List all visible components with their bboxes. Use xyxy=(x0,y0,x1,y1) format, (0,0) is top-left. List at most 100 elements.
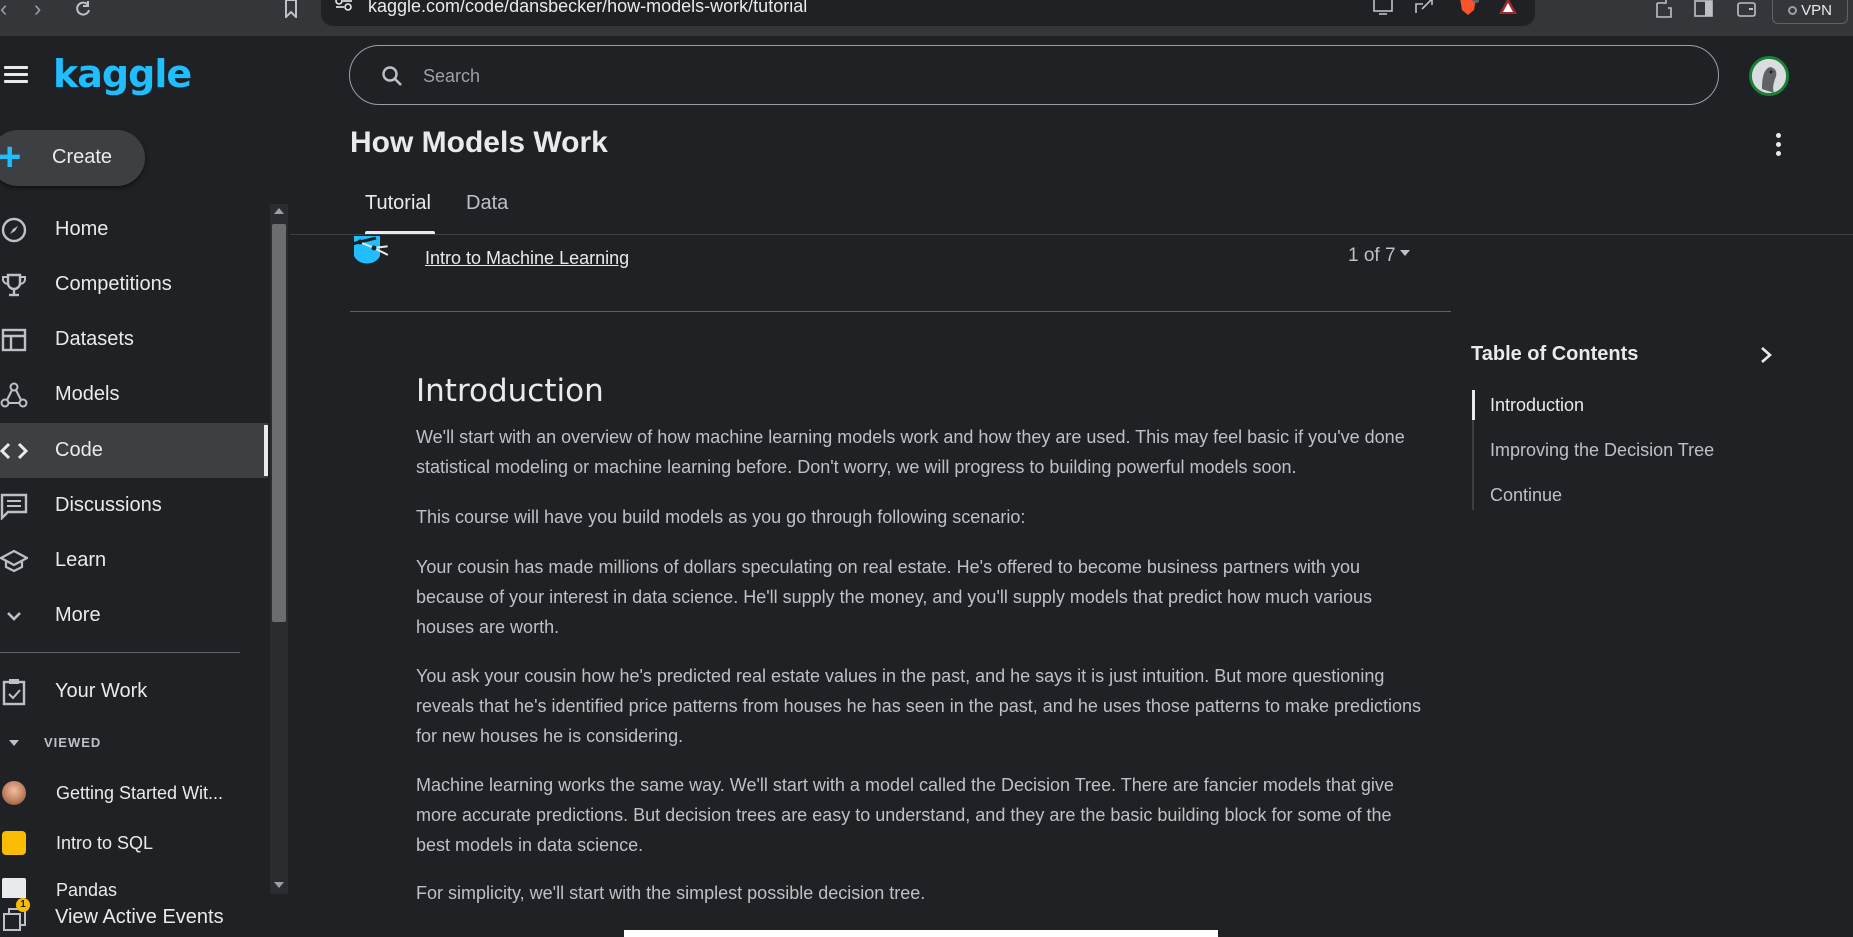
sidebar-item-code[interactable]: Code xyxy=(0,423,268,478)
brave-badge: 6 xyxy=(1474,0,1478,1)
viewed-item[interactable]: Intro to SQL xyxy=(0,823,240,863)
search-input[interactable] xyxy=(423,61,1623,91)
sidebar-divider xyxy=(0,652,240,653)
clipboard-icon xyxy=(2,679,26,706)
search-bar[interactable] xyxy=(349,45,1719,105)
scroll-up-icon[interactable] xyxy=(274,208,284,214)
sidebar-item-label: Your Work xyxy=(55,680,148,702)
create-label: Create xyxy=(52,146,113,168)
comments-icon xyxy=(0,493,28,520)
lesson-pager-label: 1 of 7 xyxy=(1348,245,1396,266)
lesson-pager-dropdown[interactable]: 1 of 7 xyxy=(1348,245,1410,267)
sidebar-item-home[interactable]: Home xyxy=(0,202,268,257)
vpn-button[interactable]: VPN xyxy=(1772,0,1848,24)
vpn-label: VPN xyxy=(1801,1,1832,19)
extensions-icon[interactable] xyxy=(1654,0,1674,18)
paragraph: We'll start with an overview of how mach… xyxy=(416,427,1405,477)
sidebar-item-label: Competitions xyxy=(55,273,172,295)
chevron-right-icon[interactable] xyxy=(1757,344,1775,366)
events-badge: 1 xyxy=(16,898,30,912)
vpn-status-icon xyxy=(1788,5,1798,15)
chevron-down-icon xyxy=(7,612,21,621)
viewed-item[interactable]: Pandas xyxy=(0,870,240,898)
sidebar-item-label: Datasets xyxy=(55,328,134,350)
viewed-item-label: Intro to SQL xyxy=(56,833,154,853)
tab-data[interactable]: Data xyxy=(466,192,508,215)
chevron-down-icon xyxy=(8,735,20,750)
caret-down-icon xyxy=(1399,249,1410,256)
hamburger-menu-icon[interactable] xyxy=(4,66,28,84)
viewed-item-label: Getting Started Wit... xyxy=(56,783,224,803)
sidebar-item-competitions[interactable]: Competitions xyxy=(0,257,268,312)
notebook-thumbnail xyxy=(2,781,26,805)
sidebar-item-label: Home xyxy=(55,218,109,240)
sidebar-scrollbar[interactable] xyxy=(270,204,288,894)
browser-toolbar: ‹ › kaggle.com/code/dansbecker/how-model… xyxy=(0,0,1853,36)
scroll-down-icon[interactable] xyxy=(274,882,284,888)
toc-item-continue[interactable]: Continue xyxy=(1490,485,1562,506)
tabs-divider xyxy=(290,234,1853,235)
tab-tutorial[interactable]: Tutorial xyxy=(365,192,431,215)
create-button[interactable]: + Create xyxy=(0,130,145,186)
view-active-events-label: View Active Events xyxy=(55,906,224,928)
paragraph: Your cousin has made millions of dollars… xyxy=(416,557,1373,637)
course-icon xyxy=(351,236,393,264)
toc-active-indicator xyxy=(1472,390,1475,420)
share-icon[interactable] xyxy=(1413,0,1435,16)
sidebar-item-label: Discussions xyxy=(55,494,162,516)
sidebar-item-label: More xyxy=(55,604,101,626)
kaggle-logo[interactable]: kaggle xyxy=(53,52,192,96)
reload-icon[interactable] xyxy=(74,0,92,18)
sidebar-item-discussions[interactable]: Discussions xyxy=(0,478,268,533)
table-icon xyxy=(1,328,27,352)
address-bar[interactable]: kaggle.com/code/dansbecker/how-models-wo… xyxy=(321,0,1535,26)
code-icon xyxy=(0,442,28,460)
forward-icon[interactable]: › xyxy=(34,0,41,20)
sidebar-item-learn[interactable]: Learn xyxy=(0,533,268,588)
sidebar-item-models[interactable]: Models xyxy=(0,367,268,422)
viewed-item[interactable]: Getting Started Wit... xyxy=(0,773,240,813)
viewed-section-header[interactable]: VIEWED xyxy=(0,735,101,750)
search-icon xyxy=(382,66,402,86)
sidebar: kaggle + Create Home Competitions Datase… xyxy=(0,36,290,937)
bookmark-icon[interactable] xyxy=(284,0,298,18)
paragraph: For simplicity, we'll start with the sim… xyxy=(416,883,926,903)
paragraph: Machine learning works the same way. We'… xyxy=(416,775,1394,855)
scroll-thumb[interactable] xyxy=(272,224,286,622)
toc-item-introduction[interactable]: Introduction xyxy=(1490,395,1584,416)
plus-icon: + xyxy=(0,135,22,179)
sidebar-toggle-icon[interactable] xyxy=(1694,0,1714,18)
course-link[interactable]: Intro to Machine Learning xyxy=(425,248,629,269)
content-divider xyxy=(350,311,1451,312)
site-settings-icon[interactable] xyxy=(335,0,353,11)
url-text: kaggle.com/code/dansbecker/how-models-wo… xyxy=(368,0,808,16)
decision-tree-figure xyxy=(624,930,1218,937)
paragraph: This course will have you build models a… xyxy=(416,507,1026,527)
school-icon xyxy=(0,549,28,573)
avatar[interactable] xyxy=(1749,56,1789,96)
more-options-icon[interactable] xyxy=(1768,133,1788,159)
avatar-image xyxy=(1752,59,1786,93)
sidebar-item-your-work[interactable]: Your Work xyxy=(0,664,268,719)
section-heading: Introduction xyxy=(416,373,604,409)
view-active-events-button[interactable]: 1 View Active Events xyxy=(0,898,290,937)
compass-icon xyxy=(1,217,27,243)
viewed-heading-label: VIEWED xyxy=(44,735,102,750)
database-icon xyxy=(2,831,26,855)
page-title: How Models Work xyxy=(350,126,608,159)
sidebar-item-label: Models xyxy=(55,383,120,405)
wallet-icon[interactable] xyxy=(1737,0,1757,18)
sidebar-item-datasets[interactable]: Datasets xyxy=(0,312,268,367)
sidebar-item-label: Learn xyxy=(55,549,107,571)
paragraph: You ask your cousin how he's predicted r… xyxy=(416,666,1422,746)
brave-shields-icon[interactable] xyxy=(1457,0,1479,16)
back-icon[interactable]: ‹ xyxy=(0,0,7,20)
trophy-icon xyxy=(1,273,26,297)
toc-item-improving-decision-tree[interactable]: Improving the Decision Tree xyxy=(1490,440,1714,461)
sidebar-item-more[interactable]: More xyxy=(0,588,268,643)
brave-rewards-icon[interactable] xyxy=(1497,0,1519,16)
pandas-icon xyxy=(2,878,26,898)
install-app-icon[interactable] xyxy=(1373,0,1395,16)
viewed-item-label: Pandas xyxy=(56,880,118,898)
sidebar-item-label: Code xyxy=(55,439,103,461)
